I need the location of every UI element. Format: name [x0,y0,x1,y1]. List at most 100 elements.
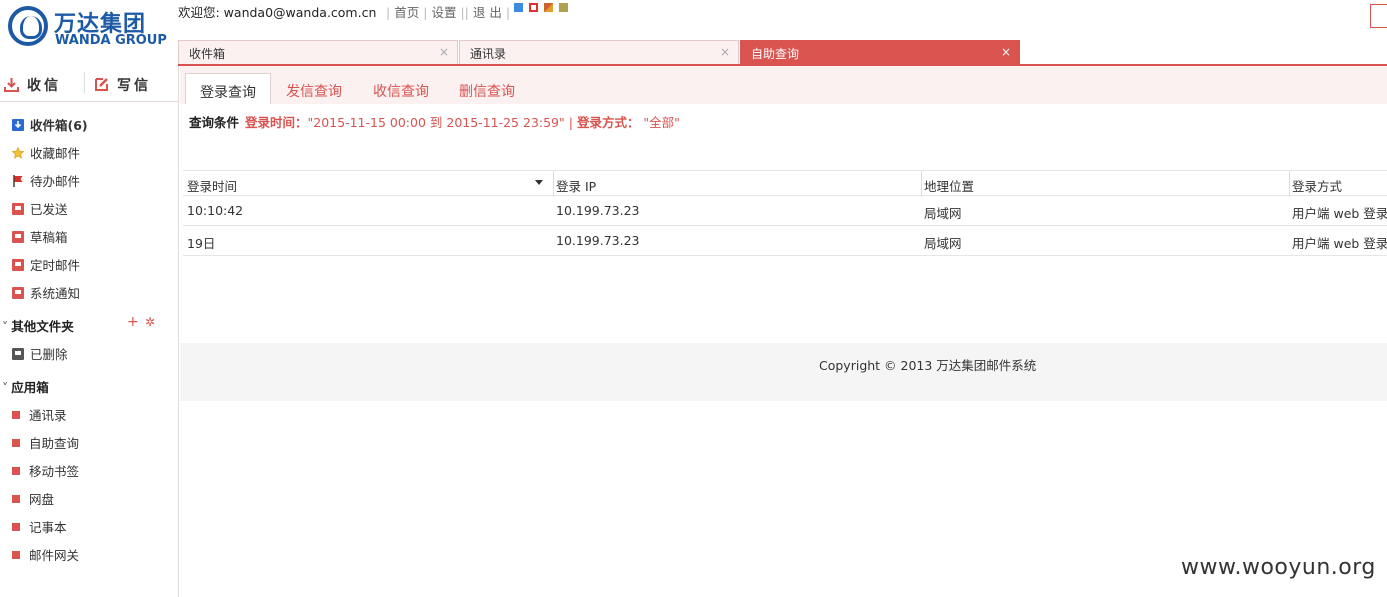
query-label: 查询条件 [189,115,240,130]
app-bullet-icon [12,495,20,503]
receive-button[interactable]: 收信 [4,75,61,95]
skin-red-swatch[interactable] [529,3,538,12]
home-link[interactable]: 首页 [394,5,419,20]
header-location[interactable]: 地理位置 [924,176,974,195]
skin-switcher [514,3,574,17]
tab-label: 收件箱 [189,47,226,61]
sidebar-item-contacts[interactable]: 通讯录 [12,405,67,424]
skin-olive-swatch[interactable] [559,3,568,12]
column-divider[interactable] [553,171,554,197]
gear-icon[interactable]: ✲ [145,315,155,329]
sidebar-item-label: 已发送 [30,202,68,217]
sidebar-item-label: 待办邮件 [30,174,81,189]
cell-location: 局域网 [924,206,962,221]
sidebar-item-drafts[interactable]: 草稿箱 [12,227,68,246]
close-icon[interactable]: × [1001,45,1011,59]
wanda-logo[interactable]: 万达集团 WANDA GROUP [8,6,168,50]
flag-icon [12,175,24,187]
app-bullet-icon [12,439,20,447]
inbox-icon [12,119,24,131]
sidebar-item-label: 系统通知 [30,286,81,301]
app-bullet-icon [12,467,20,475]
window-tabs: 收件箱 × 通讯录 × 自助查询 × [178,40,1387,66]
header-login-time[interactable]: 登录时间 [187,176,237,195]
tab-delete-query[interactable]: 删信查询 [445,73,529,104]
sidebar-item-netdisk[interactable]: 网盘 [12,489,54,508]
table-row[interactable]: 19日 10.199.73.23 局域网 用户端 web 登录 [183,226,1387,256]
add-folder-icon[interactable]: + [127,314,139,330]
header-login-method[interactable]: 登录方式 [1292,176,1342,195]
sidebar-item-sent[interactable]: 已发送 [12,199,68,218]
divider [84,72,85,94]
login-method-value: "全部" [639,115,680,130]
chevron-down-icon: ˅ [2,319,9,334]
sidebar-item-label: 网盘 [29,492,55,507]
folder-icon [12,348,24,360]
tab-self-query[interactable]: 自助查询 × [740,40,1020,64]
settings-link[interactable]: 设置 [431,5,456,20]
cell-login-method: 用户端 web 登录 [1292,206,1387,221]
column-divider[interactable] [921,171,922,197]
sidebar-item-deleted[interactable]: 已删除 [12,344,68,363]
compose-bar: 收信 写信 [0,66,179,102]
download-icon [4,77,19,92]
sidebar-item-label: 邮件网关 [29,548,80,563]
sidebar-item-notes[interactable]: 记事本 [12,517,67,536]
main-panel: 登录查询 发信查询 收信查询 删信查询 查询条件 登录时间："2015-11-15… [180,66,1387,597]
column-divider[interactable] [1289,171,1290,197]
sidebar: 收信 写信 收件箱(6) 收藏邮件 待办邮件 已发送 草稿箱 定时邮件 系统通知… [0,66,179,597]
other-folders-header[interactable]: ˅ 其他文件夹 [2,316,74,335]
skin-orange-swatch[interactable] [544,3,553,12]
cell-login-method: 用户端 web 登录 [1292,236,1387,251]
sort-desc-icon[interactable] [535,180,543,185]
sidebar-item-inbox[interactable]: 收件箱(6) [12,115,88,134]
sidebar-item-system-notice[interactable]: 系统通知 [12,283,80,302]
write-button[interactable]: 写信 [94,75,151,95]
cell-login-time: 19日 [187,236,216,251]
tab-login-query[interactable]: 登录查询 [185,73,271,104]
sidebar-item-scheduled[interactable]: 定时邮件 [12,255,80,274]
cell-location: 局域网 [924,236,962,251]
sidebar-item-label: 通讯录 [29,408,67,423]
folder-icon [12,287,24,299]
sidebar-item-label: 已删除 [30,347,68,362]
login-method-label: 登录方式： [576,115,640,130]
close-icon[interactable]: × [720,45,730,59]
folder-icon [12,203,24,215]
table-row[interactable]: 10:10:42 10.199.73.23 局域网 用户端 web 登录 [183,196,1387,226]
tab-label: 自助查询 [751,47,800,61]
logout-link[interactable]: 退 出 [473,5,502,20]
watermark: www.wooyun.org [1181,555,1376,580]
sidebar-item-starred[interactable]: 收藏邮件 [11,143,81,162]
copyright-text: Copyright © 2013 万达集团邮件系统 [819,358,1037,373]
sidebar-item-self-query[interactable]: 自助查询 [12,433,79,452]
tab-send-query[interactable]: 发信查询 [272,73,356,104]
other-folders-title: 其他文件夹 [11,319,74,334]
cell-login-time: 10:10:42 [187,203,244,218]
welcome-text: 欢迎您: wanda0@wanda.com.cn [178,5,377,20]
receive-label: 收信 [27,78,61,94]
login-time-label: 登录时间： [245,115,308,130]
sidebar-item-label: 收藏邮件 [30,146,81,161]
login-table: 登录时间 登录 IP 地理位置 登录方式 10:10:42 10.199.73.… [183,170,1387,256]
folder-icon [12,259,24,271]
tab-receive-query[interactable]: 收信查询 [359,73,443,104]
sidebar-item-mail-gateway[interactable]: 邮件网关 [12,545,79,564]
tab-inbox[interactable]: 收件箱 × [178,40,458,64]
wanda-logo-icon [8,6,48,46]
search-input[interactable] [1370,4,1387,28]
app-bullet-icon [12,551,20,559]
chevron-down-icon: ˅ [2,380,9,395]
top-links: | 首页 | 设置 || 退 出 | [386,5,511,20]
sidebar-item-label: 移动书签 [29,464,80,479]
close-icon[interactable]: × [439,45,449,59]
tab-contacts[interactable]: 通讯录 × [459,40,739,64]
sidebar-item-label: 草稿箱 [30,230,68,245]
login-time-value: "2015-11-15 00:00 到 2015-11-25 23:59" [307,115,565,130]
sidebar-item-todo[interactable]: 待办邮件 [12,171,80,190]
header-login-ip[interactable]: 登录 IP [556,176,596,195]
footer: Copyright © 2013 万达集团邮件系统 [180,343,1387,401]
skin-blue-swatch[interactable] [514,3,523,12]
sidebar-item-bookmarks[interactable]: 移动书签 [12,461,79,480]
apps-header[interactable]: ˅ 应用箱 [2,377,49,396]
